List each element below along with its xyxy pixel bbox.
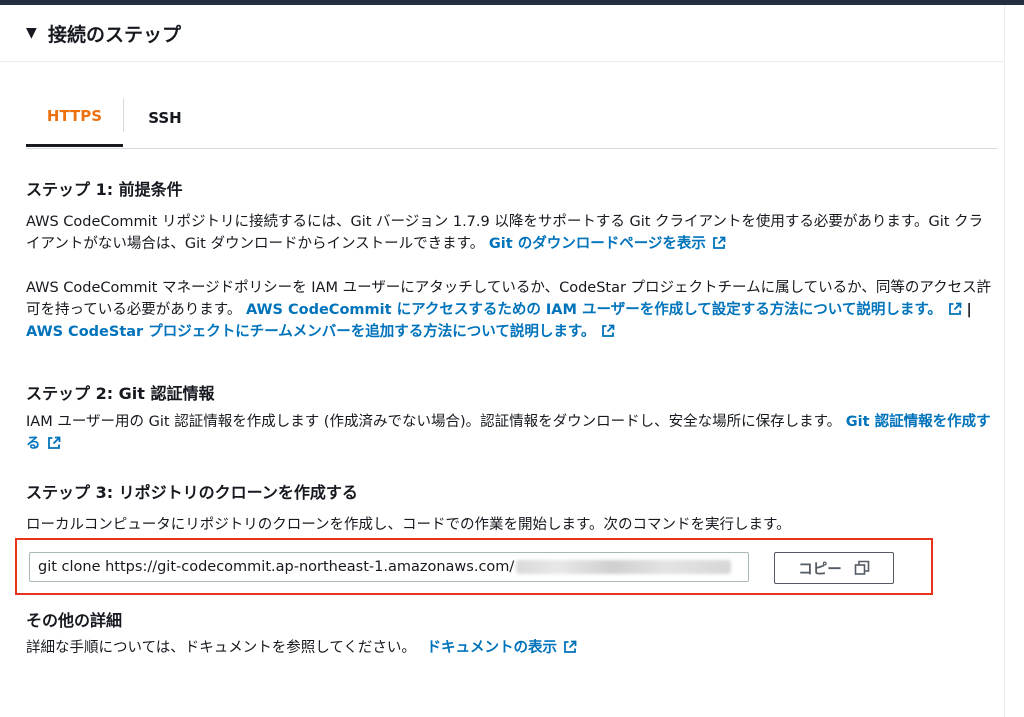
copy-button[interactable]: コピー (774, 552, 894, 584)
other-details-section: その他の詳細 詳細な手順については、ドキュメントを参照してください。 ドキュメン… (26, 610, 996, 659)
other-details-paragraph: 詳細な手順については、ドキュメントを参照してください。 ドキュメントの表示 (26, 637, 996, 659)
git-download-link[interactable]: Git のダウンロードページを表示 (489, 236, 726, 252)
other-details-heading: その他の詳細 (26, 611, 123, 630)
step3-text: ローカルコンピュータにリポジトリのクローンを作成し、コードでの作業を開始します。… (26, 517, 791, 533)
step2-heading: ステップ 2: Git 認証情報 (26, 384, 215, 403)
iam-user-setup-link-label: AWS CodeCommit にアクセスするための IAM ユーザーを作成して設… (245, 302, 942, 318)
iam-user-setup-link[interactable]: AWS CodeCommit にアクセスするための IAM ユーザーを作成して設… (246, 302, 962, 318)
tab-https[interactable]: HTTPS (26, 88, 123, 147)
codestar-team-link[interactable]: AWS CodeStar プロジェクトにチームメンバーを追加する方法について説明… (26, 324, 615, 340)
view-documentation-link-label: ドキュメントの表示 (426, 640, 558, 656)
external-link-icon (601, 324, 615, 338)
panel-border (1004, 5, 1005, 717)
step2-text: IAM ユーザー用の Git 認証情報を作成します (作成済みでない場合)。認証… (26, 414, 842, 430)
tab-ssh[interactable]: SSH (124, 88, 206, 147)
clone-command-highlight: git clone https://git-codecommit.ap-nort… (15, 538, 933, 595)
other-details-text: 詳細な手順については、ドキュメントを参照してください。 (26, 640, 416, 656)
step1-heading: ステップ 1: 前提条件 (26, 180, 183, 199)
tab-bar: HTTPS SSH (26, 88, 998, 149)
section-header[interactable]: ▼ 接続のステップ (0, 5, 1004, 62)
step2-section: ステップ 2: Git 認証情報 IAM ユーザー用の Git 認証情報を作成し… (26, 383, 996, 455)
codestar-team-link-label: AWS CodeStar プロジェクトにチームメンバーを追加する方法について説明… (26, 324, 596, 340)
copy-button-label: コピー (798, 561, 842, 578)
step1-paragraph-2: AWS CodeCommit マネージドポリシーを IAM ユーザーにアタッチし… (26, 277, 996, 343)
step1-paragraph-1: AWS CodeCommit リポジトリに接続するには、Git バージョン 1.… (26, 211, 996, 255)
section-title: 接続のステップ (48, 23, 182, 46)
git-download-link-label: Git のダウンロードページを表示 (488, 236, 706, 252)
view-documentation-link[interactable]: ドキュメントの表示 (427, 640, 578, 656)
caret-down-icon[interactable]: ▼ (26, 25, 40, 41)
step2-paragraph: IAM ユーザー用の Git 認証情報を作成します (作成済みでない場合)。認証… (26, 411, 996, 455)
step3-section: ステップ 3: リポジトリのクローンを作成する ローカルコンピュータにリポジトリ… (26, 482, 996, 536)
copy-icon (854, 560, 870, 576)
step3-heading: ステップ 3: リポジトリのクローンを作成する (26, 483, 358, 502)
external-link-icon (712, 236, 726, 250)
clone-command-text: git clone https://git-codecommit.ap-nort… (38, 559, 515, 575)
external-link-icon (563, 640, 577, 654)
redacted-repo-path (516, 560, 732, 574)
link-separator: | (966, 302, 972, 318)
external-link-icon (948, 302, 962, 316)
external-link-icon (47, 436, 61, 450)
step1-section: ステップ 1: 前提条件 AWS CodeCommit リポジトリに接続するには… (26, 179, 996, 343)
clone-command-field[interactable]: git clone https://git-codecommit.ap-nort… (29, 552, 749, 582)
